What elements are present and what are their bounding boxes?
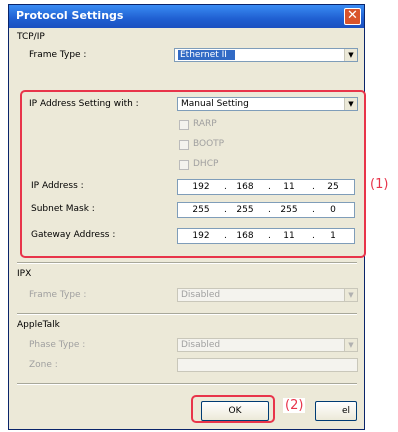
- callout-box-1: [20, 90, 366, 258]
- callout-label-2: (2): [283, 398, 306, 413]
- chevron-down-icon: ▼: [344, 339, 357, 351]
- phase-type-select[interactable]: Disabled ▼: [177, 338, 358, 352]
- ipx-frame-type-label: Frame Type :: [29, 290, 87, 300]
- ipx-frame-type-select[interactable]: Disabled ▼: [177, 288, 358, 302]
- divider: [17, 262, 357, 264]
- tcpip-frame-type-value: Ethernet II: [178, 50, 235, 60]
- title-bar[interactable]: Protocol Settings ✕: [9, 5, 364, 28]
- callout-box-2: [191, 395, 275, 423]
- zone-input[interactable]: [177, 358, 358, 372]
- appletalk-section-label: AppleTalk: [17, 320, 60, 330]
- tcpip-frame-type-select[interactable]: Ethernet II ▼: [174, 48, 358, 62]
- chevron-down-icon: ▼: [344, 49, 357, 61]
- ipx-section-label: IPX: [17, 269, 32, 279]
- divider: [17, 383, 357, 385]
- phase-type-value: Disabled: [181, 340, 221, 350]
- dialog-title: Protocol Settings: [16, 9, 124, 22]
- divider: [17, 313, 357, 315]
- callout-label-1: (1): [370, 177, 389, 192]
- tcpip-section-label: TCP/IP: [17, 32, 45, 42]
- phase-type-label: Phase Type :: [29, 340, 86, 350]
- zone-label: Zone :: [29, 360, 58, 370]
- tcpip-frame-type-label: Frame Type :: [29, 50, 87, 60]
- ipx-frame-type-value: Disabled: [181, 290, 221, 300]
- close-icon[interactable]: ✕: [344, 8, 361, 25]
- cancel-button[interactable]: el: [315, 401, 357, 421]
- chevron-down-icon: ▼: [344, 289, 357, 301]
